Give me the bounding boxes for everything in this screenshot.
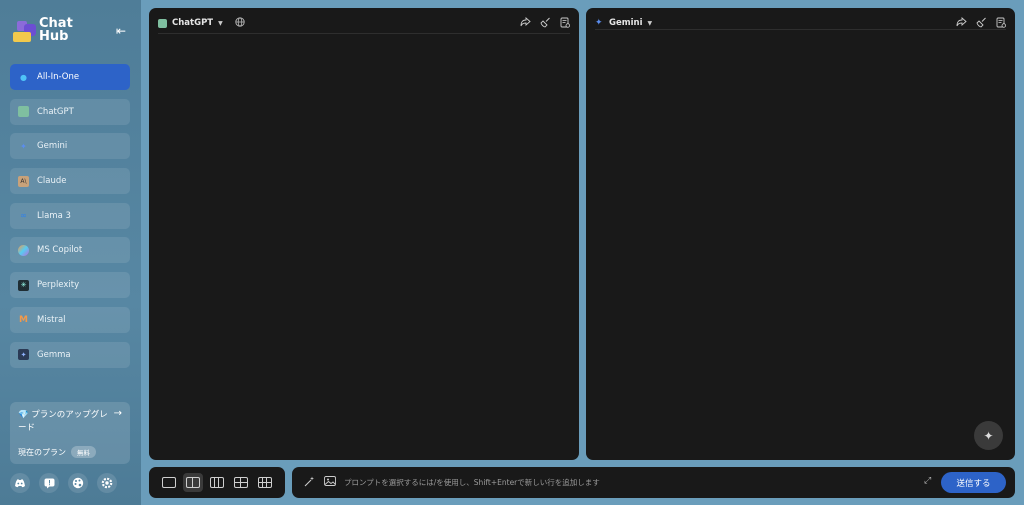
chathub-logo[interactable]: Chat Hub (13, 17, 83, 47)
collapse-sidebar-icon[interactable]: ⇤ (116, 24, 126, 38)
llama-icon: ∞ (20, 211, 27, 221)
sidebar-item-label: All-In-One (37, 72, 80, 82)
plan-badge: 無料 (71, 446, 96, 458)
gemini-icon: ✦ (20, 141, 27, 151)
sparkle-assist-button[interactable]: ✦ (974, 421, 1003, 450)
caret-down-icon[interactable]: ▼ (218, 20, 223, 27)
logo-text: Chat Hub (39, 16, 73, 44)
sidebar-item-label: Mistral (37, 314, 66, 325)
sidebar-item-label: Llama 3 (37, 210, 71, 221)
chathub-logo-icon (13, 21, 37, 43)
upgrade-title: プランのアップグレード (18, 410, 108, 433)
image-upload-icon[interactable] (324, 476, 336, 489)
chat-panel-gemini: ✦ Gemini ▼ ✦ (586, 8, 1015, 460)
sidebar: Chat Hub ⇤ ● All-In-One ChatGPT ✦ Gemini… (0, 0, 141, 505)
panel-actions (520, 17, 570, 31)
sidebar-item-ms-copilot[interactable]: MS Copilot (10, 237, 130, 264)
history-icon[interactable] (560, 17, 570, 31)
theme-palette-icon[interactable] (68, 473, 88, 493)
prompt-input[interactable] (344, 475, 904, 490)
mistral-icon: M (19, 314, 28, 325)
layout-three-columns-icon (210, 477, 224, 488)
layout-single-button[interactable] (159, 473, 179, 492)
current-plan-label: 現在のプラン (18, 447, 66, 457)
sidebar-item-label: ChatGPT (37, 106, 74, 117)
caret-down-icon[interactable]: ▼ (647, 20, 652, 27)
layout-grid-four-button[interactable] (231, 473, 251, 492)
sidebar-item-llama[interactable]: ∞ Llama 3 (10, 202, 130, 229)
all-in-one-icon: ● (20, 72, 27, 82)
discord-icon[interactable] (10, 473, 30, 493)
magic-wand-icon[interactable] (304, 476, 315, 490)
layout-single-icon (162, 477, 176, 488)
sidebar-footer (10, 473, 117, 493)
perplexity-icon: ✳ (18, 279, 29, 291)
layout-grid-four-icon (234, 477, 248, 488)
sidebar-item-label: Claude (37, 176, 67, 187)
sidebar-item-perplexity[interactable]: ✳ Perplexity (10, 272, 130, 299)
panel-header: ChatGPT ▼ (158, 13, 570, 33)
chatgpt-icon (158, 18, 167, 28)
chat-panel-chatgpt: ChatGPT ▼ (149, 8, 579, 460)
settings-gear-icon[interactable] (97, 473, 117, 493)
gemma-icon: ✦ (18, 349, 29, 360)
model-selector[interactable]: Gemini (609, 18, 642, 28)
sidebar-item-chatgpt[interactable]: ChatGPT (10, 98, 130, 125)
layout-two-columns-icon (186, 477, 200, 488)
prompt-bar: ⤢ 送信する (292, 467, 1015, 498)
sparkle-icon: ✦ (983, 428, 994, 443)
arrow-right-icon: → (113, 408, 122, 419)
sidebar-nav: ● All-In-One ChatGPT ✦ Gemini A\ Claude … (10, 64, 130, 376)
gemini-icon: ✦ (595, 17, 603, 28)
chatgpt-icon (18, 106, 29, 118)
sidebar-item-gemini[interactable]: ✦ Gemini (10, 133, 130, 160)
layout-grid-six-button[interactable] (255, 473, 275, 492)
sidebar-item-label: Perplexity (37, 280, 80, 291)
model-selector[interactable]: ChatGPT (172, 18, 213, 28)
claude-icon: A\ (18, 175, 29, 187)
layout-two-columns-button[interactable] (183, 473, 203, 492)
sidebar-item-mistral[interactable]: M Mistral (10, 306, 130, 333)
panel-header: ✦ Gemini ▼ (595, 13, 1006, 33)
send-button[interactable]: 送信する (941, 472, 1006, 493)
feedback-icon[interactable] (39, 473, 59, 493)
diamond-icon: 💎 (18, 410, 29, 420)
layout-three-columns-button[interactable] (207, 473, 227, 492)
copilot-icon (18, 244, 29, 256)
layout-grid-six-icon (258, 477, 272, 488)
sidebar-item-label: MS Copilot (37, 245, 83, 256)
clear-chat-broom-icon[interactable] (540, 17, 551, 31)
upgrade-plan-card[interactable]: 💎 プランのアップグレード → 現在のプラン 無料 (10, 402, 130, 464)
sidebar-item-label: Gemma (37, 349, 71, 360)
sidebar-item-label: Gemini (37, 141, 68, 152)
layout-switcher (149, 467, 285, 498)
sidebar-item-all-in-one[interactable]: ● All-In-One (10, 64, 130, 90)
panel-divider (158, 33, 570, 34)
upgrade-title-row: 💎 プランのアップグレード (18, 409, 108, 435)
globe-icon[interactable] (235, 16, 245, 30)
expand-input-icon[interactable]: ⤢ (924, 476, 931, 486)
share-icon[interactable] (520, 17, 531, 31)
sidebar-item-gemma[interactable]: ✦ Gemma (10, 341, 130, 368)
sidebar-item-claude[interactable]: A\ Claude (10, 168, 130, 195)
current-plan-row: 現在のプラン 無料 (18, 446, 96, 458)
panel-divider (595, 29, 1006, 30)
